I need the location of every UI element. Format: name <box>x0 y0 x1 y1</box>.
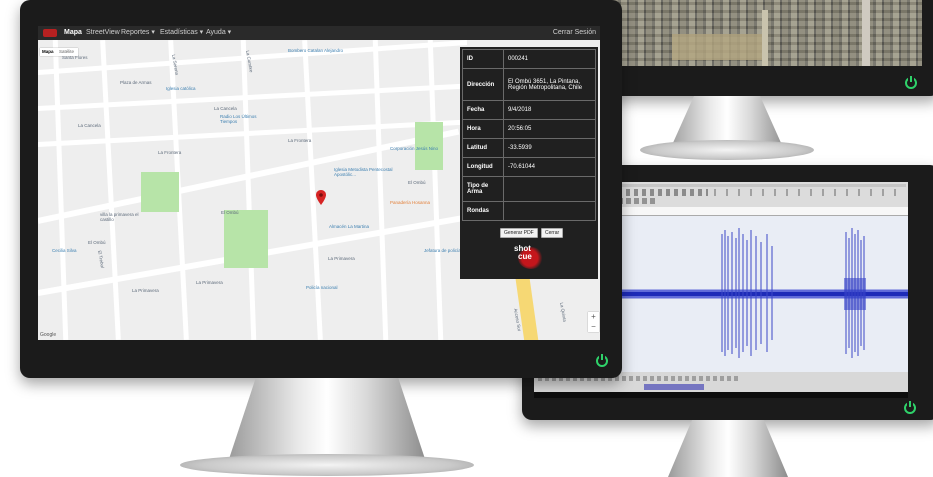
incident-details-table: ID 000241 Dirección El Ombú 3651, La Pinta… <box>462 49 596 221</box>
power-icon[interactable] <box>905 76 917 89</box>
table-row: Latitud -33.5939 <box>462 138 596 158</box>
row-key: Rondas <box>462 201 504 221</box>
map-label: villa la primavera el castillo <box>100 212 139 222</box>
park <box>141 172 179 212</box>
map-label: La Cancela <box>214 106 237 111</box>
map-type-map[interactable]: Mapa <box>42 48 54 56</box>
row-value: -33.5939 <box>503 138 596 158</box>
map-poi: Cecilia Silva <box>52 248 77 253</box>
zoom-in-button[interactable]: + <box>588 312 599 322</box>
row-value <box>503 176 596 202</box>
map-poi: Radio Los Últimos Tiempos <box>220 114 257 124</box>
row-value: El Ombú 3651, La Pintana, Región Metropo… <box>503 68 596 101</box>
table-row: Fecha 9/4/2018 <box>462 100 596 120</box>
monitor-stand <box>228 378 426 462</box>
map-label: Plaza de Armas <box>120 80 152 85</box>
zoom-control[interactable]: + − <box>588 312 599 332</box>
map-poi: Iglesia católica <box>166 86 196 91</box>
row-key: Longitud <box>462 157 504 177</box>
nav-estadisticas[interactable]: Estadísticas ▾ <box>160 26 203 40</box>
map-label: El Ombú <box>88 240 106 245</box>
shotcue-logo: shot cue <box>510 241 548 273</box>
nav-reportes[interactable]: Reportes ▾ <box>121 26 155 40</box>
power-icon[interactable] <box>904 401 916 414</box>
map-label: La Primavera <box>328 256 355 261</box>
table-row: Longitud -70.61044 <box>462 157 596 177</box>
map-label: Santa Flores <box>62 55 88 60</box>
nav-logout[interactable]: Cerrar Sesión <box>553 26 596 40</box>
map-label: La Primavera <box>132 288 159 293</box>
shotcue-logo-icon[interactable] <box>43 29 57 37</box>
map-label: La Cancela <box>78 123 101 128</box>
map-label: El Trebol <box>97 250 106 269</box>
table-row: Dirección El Ombú 3651, La Pintana, Regió… <box>462 68 596 101</box>
row-key: Hora <box>462 119 504 139</box>
map-screen: Mapa StreetView Reportes ▾ Estadísticas … <box>38 26 600 340</box>
row-value <box>503 201 596 221</box>
top-navbar: Mapa StreetView Reportes ▾ Estadísticas … <box>38 26 600 40</box>
location-marker-icon[interactable] <box>316 190 326 205</box>
map-label: La Frontera <box>158 150 182 155</box>
generate-pdf-button[interactable]: Generar PDF <box>500 228 538 238</box>
row-key: Tipo de Arma <box>462 176 504 202</box>
map-poi: Bombero Catalan Alejandro <box>288 48 344 53</box>
table-row: Hora 20:56:05 <box>462 119 596 139</box>
row-key: Dirección <box>462 68 504 101</box>
map-poi: Iglesia Metodista Pentecostal Apostólic.… <box>334 167 393 177</box>
waveform-track[interactable] <box>620 216 908 372</box>
map-label: El Ombú <box>221 210 239 215</box>
map-poi: Corporación Jesús Nino <box>390 146 439 151</box>
map-label: La Frontera <box>288 138 312 143</box>
monitor-base <box>180 454 474 476</box>
power-icon[interactable] <box>596 354 608 367</box>
map-poi: Almacén La Martina <box>329 224 370 229</box>
table-row: ID 000241 <box>462 49 596 69</box>
incident-info-panel: ID 000241 Dirección El Ombú 3651, La Pinta… <box>460 47 598 279</box>
close-button[interactable]: Cerrar <box>541 228 564 238</box>
nav-streetview[interactable]: StreetView <box>86 26 120 40</box>
row-key: Latitud <box>462 138 504 158</box>
nav-mapa[interactable]: Mapa <box>64 26 82 40</box>
row-value: 000241 <box>503 49 596 69</box>
table-row: Rondas <box>462 201 596 221</box>
row-value: -70.61044 <box>503 157 596 177</box>
waveform-graphic <box>620 228 908 358</box>
nav-ayuda[interactable]: Ayuda ▾ <box>206 26 231 40</box>
map-poi: Panadería Hosanna <box>390 200 431 205</box>
satellite-screen <box>612 0 922 66</box>
row-key: ID <box>462 49 504 69</box>
monitor-base <box>640 140 814 160</box>
timeline-ruler[interactable] <box>620 207 908 216</box>
map-poi: Jefatura de policía <box>424 248 461 253</box>
row-value: 20:56:05 <box>503 119 596 139</box>
park <box>224 210 268 268</box>
monitor-stand <box>668 420 788 477</box>
row-key: Fecha <box>462 100 504 120</box>
row-value: 9/4/2018 <box>503 100 596 120</box>
taskbar <box>534 392 908 398</box>
map-label: La Primavera <box>196 280 223 285</box>
zoom-out-button[interactable]: − <box>588 322 599 332</box>
map-label: La Quinta <box>559 302 568 323</box>
table-row: Tipo de Arma <box>462 176 596 202</box>
logo-text-cue: cue <box>518 252 532 261</box>
google-attribution: Google <box>40 332 57 338</box>
map-label: El Ombú <box>408 180 426 185</box>
map-poi: Policía nacional <box>306 285 338 290</box>
